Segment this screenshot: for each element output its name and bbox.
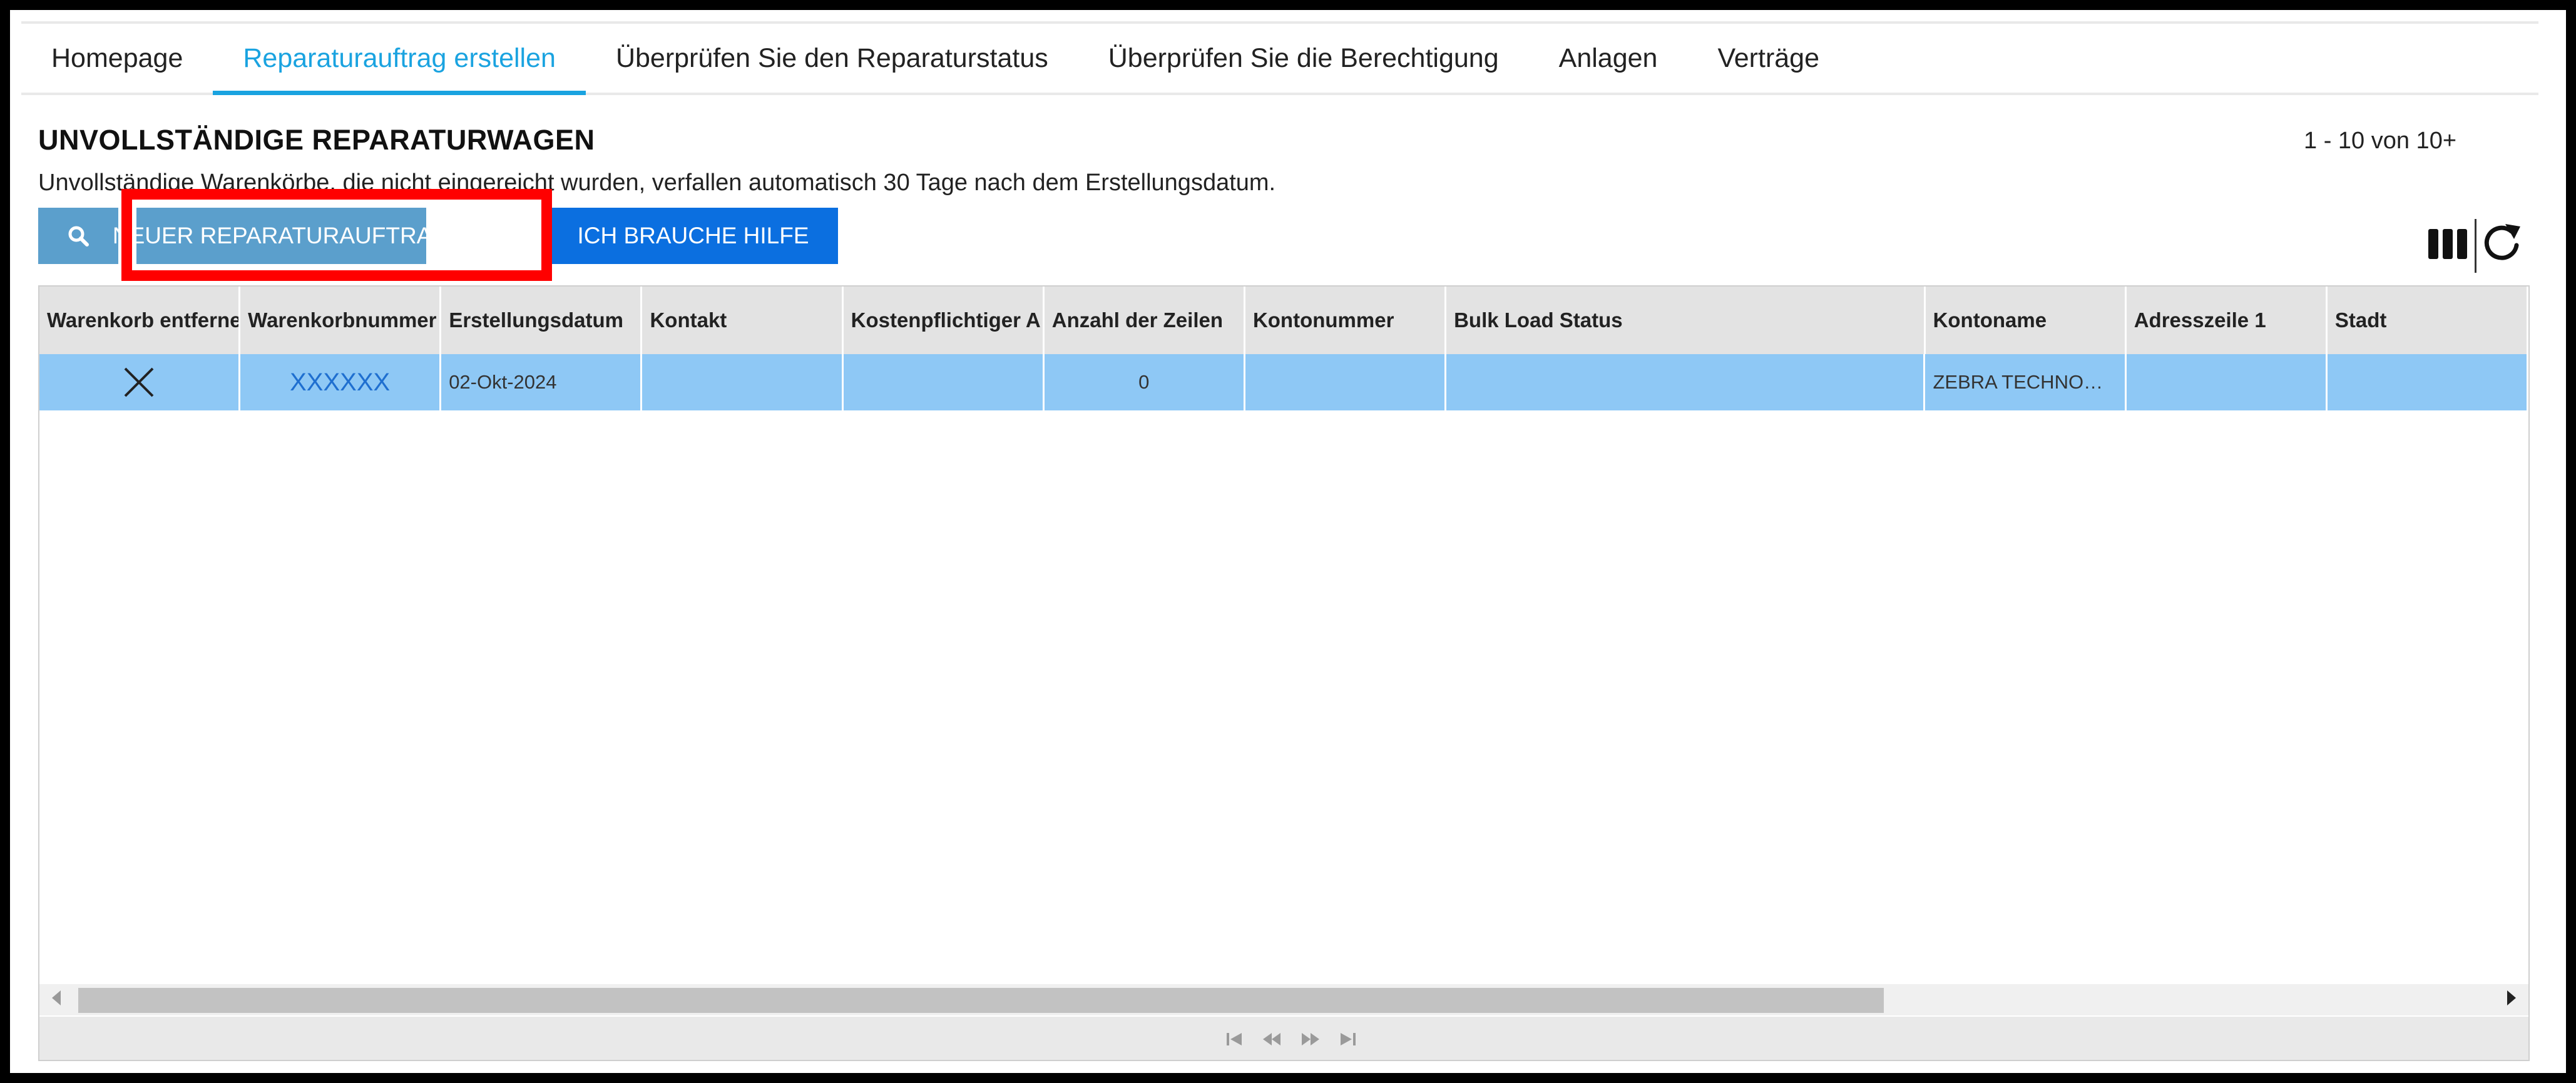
address1-cell (2127, 354, 2328, 410)
remove-cell (39, 354, 241, 410)
refresh-icon[interactable] (2480, 220, 2524, 265)
city-cell (2328, 354, 2528, 410)
scrollbar-thumb[interactable] (78, 988, 1884, 1013)
scroll-left-icon[interactable] (52, 990, 61, 1005)
tab-assets[interactable]: Anlagen (1529, 24, 1688, 93)
main-nav: Homepage Reparaturauftrag erstellen Über… (21, 21, 2538, 95)
page-subtitle: Unvollständige Warenkörbe, die nicht ein… (38, 170, 1276, 196)
columns-icon[interactable] (2427, 228, 2468, 260)
close-icon[interactable] (123, 366, 155, 399)
tab-entitlement[interactable]: Überprüfen Sie die Berechtigung (1078, 24, 1529, 93)
column-header-cart-number[interactable]: Warenkorbnummer (240, 287, 442, 354)
new-repair-order-button[interactable]: NEUER REPARATURAUFTRAG (113, 208, 450, 264)
tab-homepage[interactable]: Homepage (21, 24, 213, 93)
next-page-icon[interactable] (1301, 1030, 1319, 1048)
contact-cell (642, 354, 844, 410)
first-page-icon[interactable] (1225, 1030, 1244, 1048)
column-header-contact[interactable]: Kontakt (642, 287, 844, 354)
horizontal-scrollbar[interactable] (39, 984, 2528, 1015)
column-header-account-number[interactable]: Kontonummer (1245, 287, 1447, 354)
help-button[interactable]: ICH BRAUCHE HILFE (548, 208, 838, 264)
page-title: UNVOLLSTÄNDIGE REPARATURWAGEN (38, 124, 595, 156)
line-count-cell: 0 (1045, 354, 1245, 410)
app-frame: Homepage Reparaturauftrag erstellen Über… (10, 10, 2566, 1073)
column-header-bulk-load-status[interactable]: Bulk Load Status (1446, 287, 1926, 354)
pagination-info: 1 - 10 von 10+ (2304, 128, 2457, 154)
column-header-created[interactable]: Erstellungsdatum (441, 287, 643, 354)
account-name-cell: ZEBRA TECHNO… (1925, 354, 2127, 410)
tab-create-repair-order[interactable]: Reparaturauftrag erstellen (213, 24, 586, 95)
tab-contracts[interactable]: Verträge (1687, 24, 1849, 93)
search-button[interactable] (38, 208, 118, 264)
created-cell: 02-Okt-2024 (441, 354, 643, 410)
pager (39, 1017, 2528, 1060)
table-row[interactable]: XXXXXX 02-Okt-2024 0 ZEBRA TECHNO… (39, 354, 2528, 410)
table-header: Warenkorb entferne Warenkorbnummer Erste… (39, 287, 2528, 354)
previous-page-icon[interactable] (1263, 1030, 1282, 1048)
cart-number-link[interactable]: XXXXXX (290, 369, 390, 397)
column-header-billable[interactable]: Kostenpflichtiger A (844, 287, 1045, 354)
last-page-icon[interactable] (1338, 1030, 1357, 1048)
billable-cell (844, 354, 1045, 410)
column-header-city[interactable]: Stadt (2328, 287, 2528, 354)
column-header-line-count[interactable]: Anzahl der Zeilen (1045, 287, 1245, 354)
bulk-load-status-cell (1446, 354, 1926, 410)
search-icon (68, 226, 89, 247)
column-header-address1[interactable]: Adresszeile 1 (2127, 287, 2328, 354)
column-header-remove[interactable]: Warenkorb entferne (39, 287, 241, 354)
account-number-cell (1245, 354, 1446, 410)
toolbar-divider (2475, 219, 2476, 273)
tab-repair-status[interactable]: Überprüfen Sie den Reparaturstatus (586, 24, 1078, 93)
cart-table: Warenkorb entferne Warenkorbnummer Erste… (38, 285, 2530, 1061)
cart-number-cell: XXXXXX (240, 354, 442, 410)
scroll-right-icon[interactable] (2507, 990, 2516, 1005)
column-header-account-name[interactable]: Kontoname (1926, 287, 2127, 354)
